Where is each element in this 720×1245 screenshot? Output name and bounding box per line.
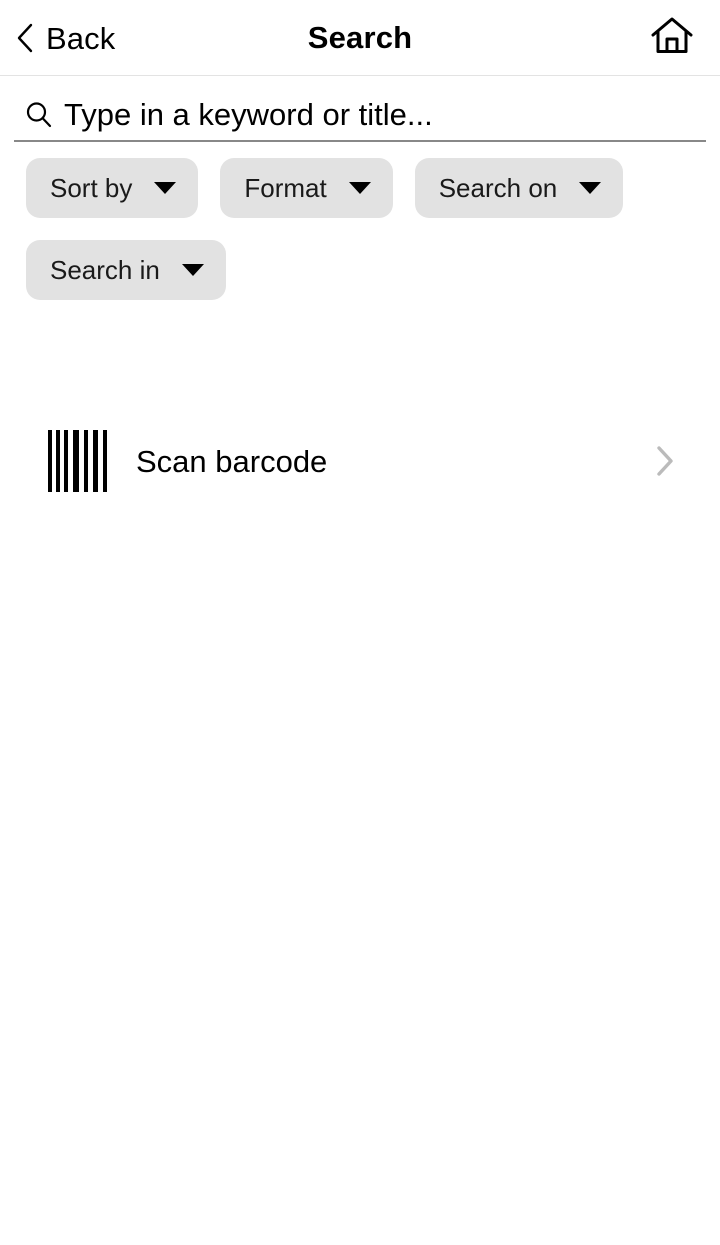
chip-label: Search in (50, 255, 160, 285)
search-icon (24, 100, 54, 130)
chevron-down-icon (348, 182, 371, 194)
chip-sort-by[interactable]: Sort by (26, 158, 199, 218)
chip-label: Sort by (50, 173, 133, 203)
home-icon (650, 16, 694, 61)
filter-chips: Sort by Format Search on Search in (26, 158, 696, 300)
chevron-down-icon (154, 182, 177, 194)
barcode-icon (48, 430, 108, 492)
back-button[interactable]: Back (10, 0, 121, 76)
scan-barcode-row[interactable]: Scan barcode (0, 420, 720, 502)
chevron-left-icon (16, 23, 34, 53)
search-screen: Back Search Sort by (0, 0, 720, 1245)
chevron-down-icon (579, 182, 602, 194)
chip-label: Format (244, 173, 327, 203)
back-label: Back (46, 20, 116, 56)
chip-search-in[interactable]: Search in (26, 240, 226, 300)
chip-label: Search on (438, 173, 558, 203)
home-button[interactable] (646, 0, 698, 76)
chip-format[interactable]: Format (220, 158, 393, 218)
app-header: Back Search (0, 0, 720, 76)
chip-search-on[interactable]: Search on (414, 158, 624, 218)
scan-barcode-label: Scan barcode (136, 443, 328, 479)
search-input[interactable] (64, 93, 706, 137)
chevron-right-icon (656, 445, 674, 477)
chevron-down-icon (181, 264, 204, 276)
search-bar[interactable] (14, 90, 706, 142)
